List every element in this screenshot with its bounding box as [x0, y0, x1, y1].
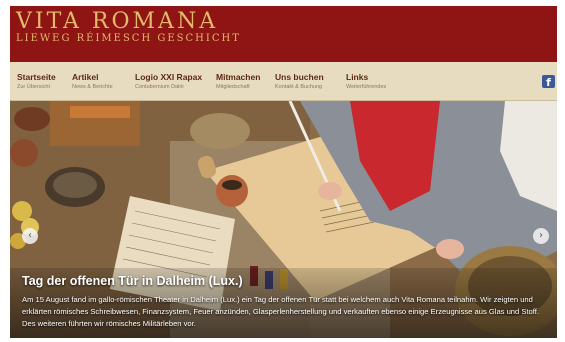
main-navigation: Startseite Zur Übersicht Artikel News & …: [10, 62, 557, 101]
bowl-contents: [53, 172, 97, 198]
nav-label: Mitmachen: [216, 72, 261, 82]
slide-description: Am 15 August fand im gallo-römischen The…: [22, 295, 539, 328]
image-slider: ‹ › Tag der offenen Tür in Dalheim (Lux.…: [10, 101, 557, 338]
nav-sublabel: Kontakt & Buchung: [275, 84, 323, 90]
hand: [436, 239, 464, 259]
ink-pot-opening: [222, 180, 242, 190]
nav-item-mitmachen[interactable]: Mitmachen Mitgliedschaft: [216, 72, 260, 91]
nav-sublabel: News & Berichte: [72, 84, 113, 90]
nav-label: Artikel: [72, 72, 99, 82]
slide-caption: Tag der offenen Tür in Dalheim (Lux.) Am…: [10, 268, 557, 338]
slider-prev-button[interactable]: ‹: [22, 228, 38, 244]
slider-next-button[interactable]: ›: [533, 228, 549, 244]
page: VITA ROMANA LIEWEG RÉIMESCH GESCHICHT St…: [10, 6, 557, 338]
nav-item-logio[interactable]: Logio XXI Rapax Contubernium Dalrii: [135, 72, 202, 91]
nav-label: Uns buchen: [275, 72, 324, 82]
glass-items: [70, 106, 130, 118]
clay-pot: [10, 139, 38, 167]
nav-label: Logio XXI Rapax: [135, 72, 203, 82]
ink-pot: [216, 175, 248, 207]
nav-label: Links: [346, 72, 369, 82]
nav-sublabel: Weiterführendes: [346, 84, 387, 90]
hand: [318, 182, 342, 200]
site-logo-title[interactable]: VITA ROMANA: [16, 9, 218, 34]
nav-sublabel: Mitgliedschaft: [216, 84, 250, 90]
nav-sublabel: Contubernium Dalrii: [135, 84, 184, 90]
nav-item-uns-buchen[interactable]: Uns buchen Kontakt & Buchung: [275, 72, 324, 91]
nav-item-artikel[interactable]: Artikel News & Berichte: [72, 72, 113, 91]
facebook-icon[interactable]: f: [542, 75, 555, 89]
clay-pot: [14, 107, 50, 131]
nav-item-links[interactable]: Links Weiterführendes: [346, 72, 386, 91]
site-logo-subtitle: LIEWEG RÉIMESCH GESCHICHT: [16, 33, 241, 44]
fruit: [12, 201, 32, 221]
nav-sublabel: Zur Übersicht: [17, 84, 51, 90]
slide-title[interactable]: Tag der offenen Tür in Dalheim (Lux.): [22, 274, 243, 288]
site-header: VITA ROMANA LIEWEG RÉIMESCH GESCHICHT: [10, 6, 557, 62]
basket: [190, 113, 250, 149]
nav-item-startseite[interactable]: Startseite Zur Übersicht: [17, 72, 56, 91]
nav-label: Startseite: [17, 72, 56, 82]
